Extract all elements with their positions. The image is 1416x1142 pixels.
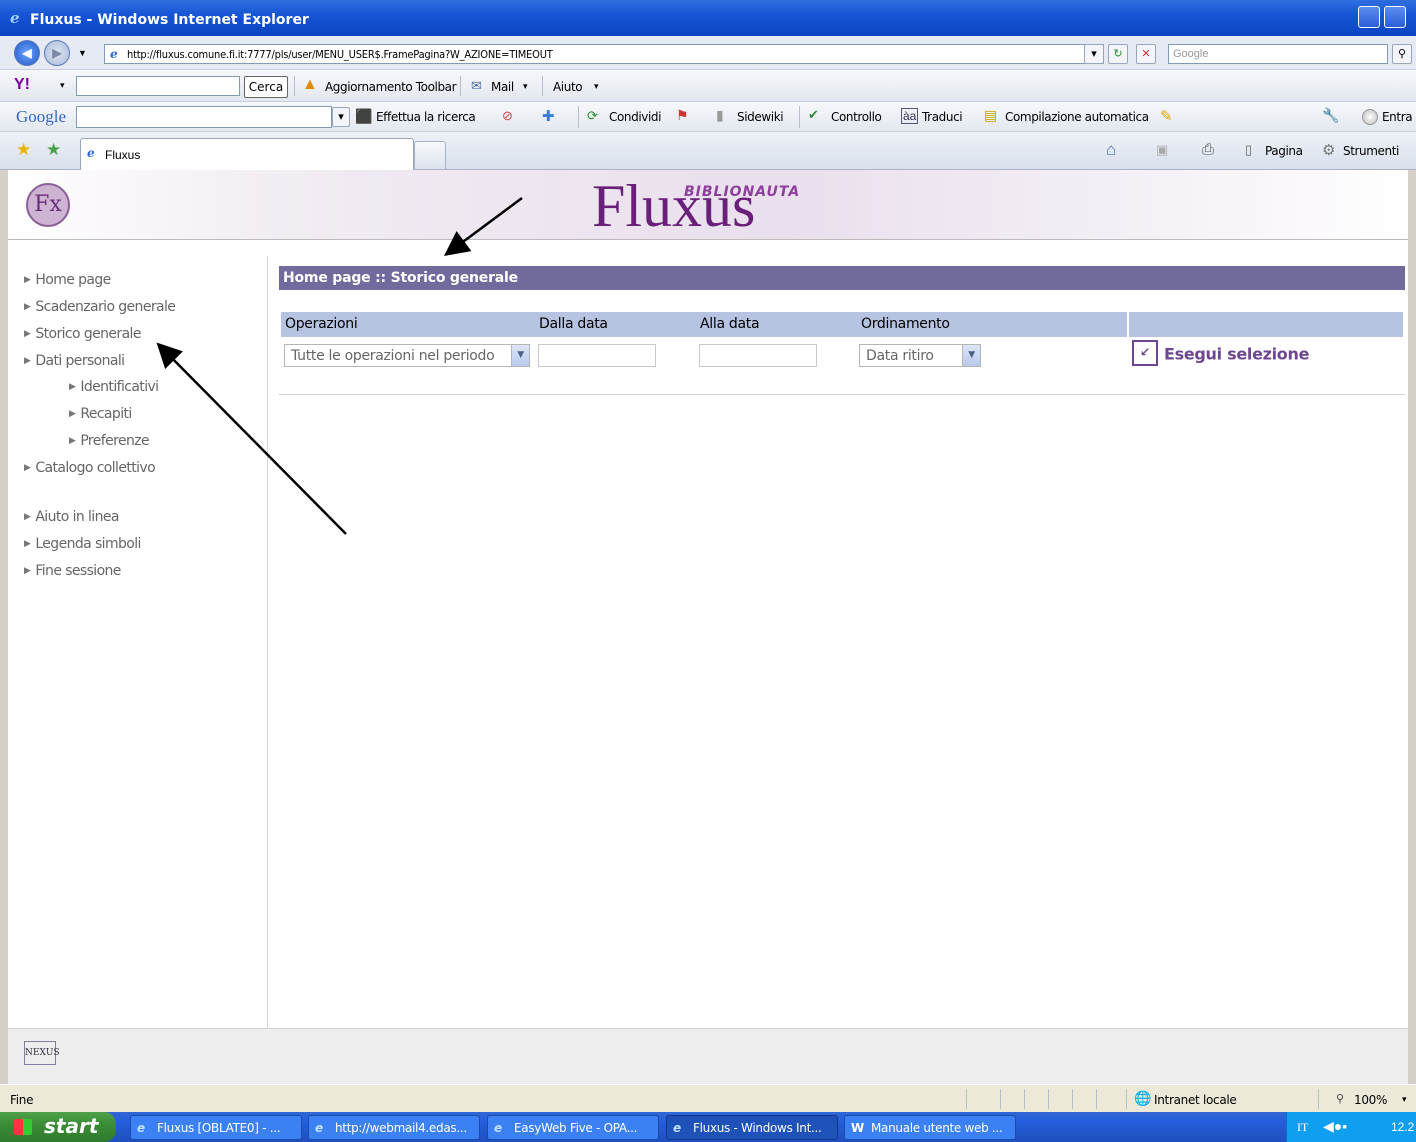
arrow-to-storico	[156, 342, 347, 535]
arrow-to-breadcrumb	[443, 196, 523, 256]
annotation-arrows	[156, 196, 523, 535]
